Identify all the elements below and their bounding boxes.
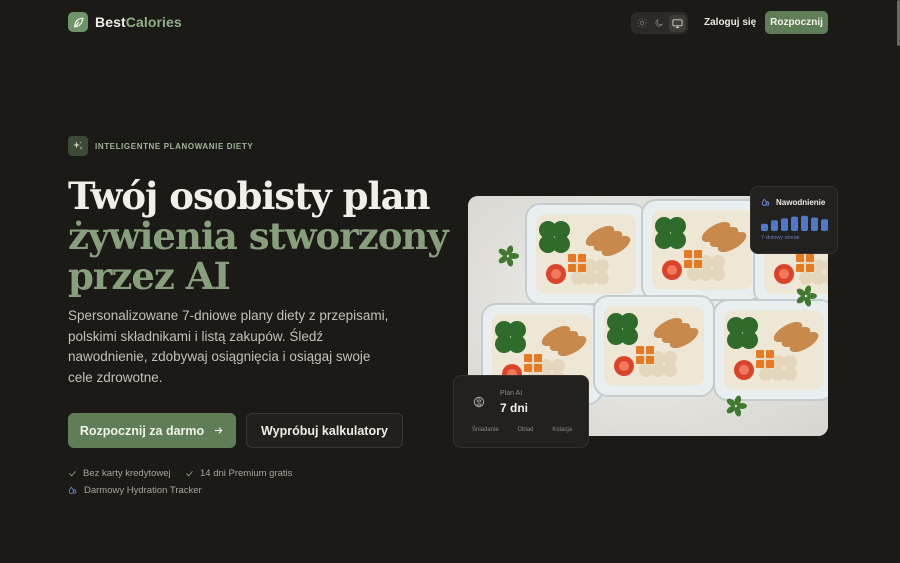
- perk-label: Bez karty kredytowej: [83, 468, 171, 479]
- theme-toggle: [631, 12, 688, 34]
- hero-badge: INTELIGENTNE PLANOWANIE DIETY: [68, 136, 253, 156]
- hydration-bars: [761, 215, 828, 231]
- hydration-bar: [761, 223, 768, 231]
- perk-item: Darmowy Hydration Tracker: [68, 485, 202, 496]
- hydration-streak: 7-dniowy streak: [761, 235, 800, 241]
- check-icon: [69, 470, 76, 477]
- plan-meals: Śniadanie Obiad Kolacja: [472, 427, 572, 433]
- check-icon: [186, 470, 193, 477]
- logo-text-secondary: Calories: [125, 14, 182, 30]
- site-header: BestCalories Zaloguj się Rozpocznij: [0, 0, 900, 46]
- perk-item: Bez karty kredytowej: [68, 468, 171, 479]
- theme-light-button[interactable]: [633, 15, 650, 32]
- hydration-bar: [781, 218, 788, 231]
- plan-card: Plan AI 7 dni Śniadanie Obiad Kolacja: [453, 375, 589, 448]
- sun-icon: [637, 18, 647, 28]
- headline-line-3: przez AI: [68, 254, 231, 298]
- meal-label: Kolacja: [552, 427, 572, 433]
- hydration-bar: [811, 217, 818, 231]
- start-free-button[interactable]: Rozpocznij za darmo: [68, 413, 236, 448]
- page-scrollbar[interactable]: [896, 0, 900, 563]
- headline-line-2: żywienia stworzony: [68, 214, 449, 258]
- start-button[interactable]: Rozpocznij: [765, 11, 828, 34]
- theme-system-button[interactable]: [668, 14, 686, 32]
- sparkles-icon: [68, 136, 88, 156]
- logo-text-primary: Best: [95, 14, 126, 30]
- perk-item: 14 dni Premium gratis: [185, 468, 292, 479]
- hydration-bar: [801, 215, 808, 231]
- logo-text: BestCalories: [95, 14, 182, 30]
- plan-duration: 7 dni: [500, 401, 529, 415]
- start-free-label: Rozpocznij za darmo: [79, 423, 205, 438]
- monitor-icon: [672, 18, 683, 28]
- meal-label: Śniadanie: [472, 427, 499, 433]
- try-calculators-button[interactable]: Wypróbuj kalkulatory: [246, 413, 403, 448]
- droplets-icon: [761, 198, 770, 206]
- hydration-bar: [791, 216, 798, 231]
- droplets-icon: [68, 486, 77, 494]
- leaf-icon: [68, 12, 88, 32]
- theme-dark-button[interactable]: [651, 15, 668, 32]
- meal-label: Obiad: [517, 427, 534, 433]
- plan-subtitle: Plan AI: [500, 390, 523, 397]
- login-link[interactable]: Zaloguj się: [704, 17, 756, 28]
- hydration-bar: [821, 219, 828, 231]
- hydration-title: Nawodnienie: [776, 198, 826, 207]
- hero-headline: Twój osobisty plan żywienia stworzony pr…: [68, 174, 449, 298]
- hydration-bar: [771, 220, 778, 231]
- logo[interactable]: BestCalories: [68, 12, 182, 32]
- hydration-card: Nawodnienie 7-dniowy streak: [750, 186, 838, 254]
- badge-label: INTELIGENTNE PLANOWANIE DIETY: [95, 141, 254, 151]
- arrow-right-icon: [214, 427, 223, 434]
- headline-line-1: Twój osobisty plan: [68, 174, 430, 218]
- brain-icon: [473, 396, 485, 408]
- moon-icon: [655, 19, 664, 27]
- perk-label: Darmowy Hydration Tracker: [84, 485, 202, 496]
- hero-description: Spersonalizowane 7-dniowe plany diety z …: [68, 308, 389, 385]
- perk-label: 14 dni Premium gratis: [200, 468, 293, 479]
